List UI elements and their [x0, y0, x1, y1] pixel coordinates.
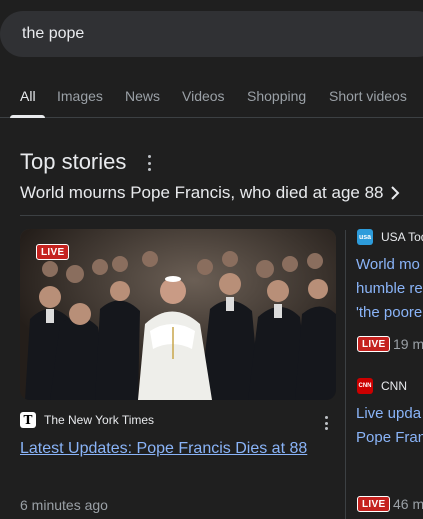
article-link-usa-today-line-2[interactable]: humble re — [356, 277, 423, 301]
article-link-cnn-line-1[interactable]: Live upda — [356, 402, 421, 426]
live-badge: LIVE — [357, 496, 391, 512]
article-time: 6 minutes ago — [20, 497, 108, 513]
search-input[interactable] — [22, 25, 402, 43]
article-link-usa-today-line-3[interactable]: 'the poore — [356, 301, 422, 325]
source-name: The New York Times — [44, 413, 155, 427]
source-name: CNN — [381, 379, 407, 393]
tab-all[interactable]: All — [20, 88, 36, 104]
article-link-nyt[interactable]: Latest Updates: Pope Francis Dies at 88 — [20, 437, 320, 461]
source-nyt: T The New York Times — [20, 412, 154, 428]
live-badge: LIVE — [36, 244, 70, 260]
source-name: USA Tod — [381, 230, 423, 244]
article-link-usa-today-line-1[interactable]: World mo — [356, 253, 420, 277]
top-story-headline[interactable]: World mourns Pope Francis, who died at a… — [20, 182, 423, 204]
search-bar[interactable] — [0, 11, 423, 57]
more-options-icon[interactable] — [143, 154, 155, 172]
source-cnn: CNN CNN — [357, 378, 407, 394]
article-time: 46 m — [393, 496, 423, 512]
card-divider — [345, 230, 346, 519]
top-stories-title: Top stories — [20, 149, 127, 174]
active-tab-indicator — [10, 115, 45, 118]
news-image[interactable]: LIVE — [20, 229, 336, 400]
article-link-cnn-line-2[interactable]: Pope Fran — [356, 426, 423, 450]
tab-videos[interactable]: Videos — [182, 88, 225, 104]
search-tabs: All Images News Videos Shopping Short vi… — [0, 78, 423, 118]
tab-images[interactable]: Images — [57, 88, 103, 104]
article-time: 19 m — [393, 336, 423, 352]
usa-today-logo-icon: usa — [357, 229, 373, 245]
divider — [20, 215, 423, 216]
headline-text: World mourns Pope Francis, who died at a… — [20, 183, 384, 202]
article-options-icon[interactable] — [321, 416, 331, 430]
live-badge: LIVE — [357, 336, 391, 352]
cnn-logo-icon: CNN — [357, 378, 373, 394]
tab-shopping[interactable]: Shopping — [247, 88, 306, 104]
nyt-logo-icon: T — [20, 412, 36, 428]
source-usa-today: usa USA Tod — [357, 229, 423, 245]
chevron-right-icon — [390, 186, 399, 200]
tab-news[interactable]: News — [125, 88, 160, 104]
tab-short-videos[interactable]: Short videos — [329, 88, 407, 104]
